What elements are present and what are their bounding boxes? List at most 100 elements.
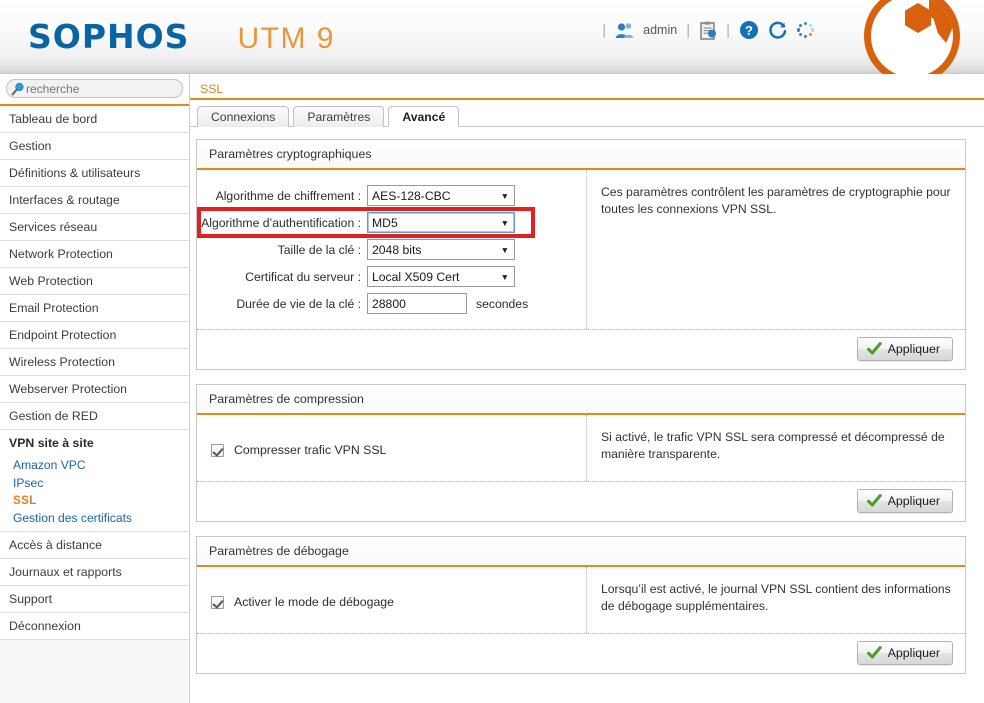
toolbar-separator-2: | (686, 21, 691, 39)
sidebar-item-web-protection[interactable]: Web Protection (0, 268, 189, 295)
toolbar-separator-3: | (726, 21, 730, 39)
encryption-algorithm-select[interactable]: AES-128-CBC ▼ (367, 185, 515, 206)
key-size-select[interactable]: 2048 bits ▼ (367, 239, 515, 260)
compression-description: Si activé, le trafic VPN SSL sera compre… (601, 430, 945, 461)
sidebar-subitem-ssl[interactable]: SSL (0, 492, 189, 509)
sidebar-item-wireless-protection[interactable]: Wireless Protection (0, 349, 189, 376)
sidebar-item-gestion-de-red[interactable]: Gestion de RED (0, 403, 189, 430)
debug-checkbox-row: Activer le mode de débogage (197, 581, 586, 623)
sidebar-subnav: Amazon VPC IPsec SSL Gestion des certifi… (0, 456, 189, 532)
enable-debug-mode-label: Activer le mode de débogage (234, 595, 394, 609)
auth-algorithm-label: Algorithme d’authentification : (201, 215, 361, 230)
debug-apply-button[interactable]: Appliquer (856, 641, 953, 665)
sidebar-item-webserver-protection[interactable]: Webserver Protection (0, 376, 189, 403)
chevron-down-icon: ▼ (500, 190, 509, 201)
sidebar-nav: Tableau de bord Gestion Définitions & ut… (0, 106, 189, 640)
server-certificate-select[interactable]: Local X509 Cert ▼ (367, 266, 515, 287)
brand-sophos-label: SOPHOS (28, 17, 190, 56)
field-row-authentication: Algorithme d’authentification : MD5 ▼ (197, 207, 535, 238)
key-lifetime-unit: secondes (476, 296, 529, 311)
page-body: Tableau de bord Gestion Définitions & ut… (0, 74, 984, 703)
crypto-apply-label: Appliquer (887, 342, 940, 356)
field-row-encryption: Algorithme de chiffrement : AES-128-CBC … (197, 184, 586, 207)
header-toolbar: | admin | | ? (602, 20, 814, 40)
search-icon (11, 82, 25, 96)
crypto-panel-body: Algorithme de chiffrement : AES-128-CBC … (197, 170, 965, 329)
sidebar-item-endpoint-protection[interactable]: Endpoint Protection (0, 322, 189, 349)
check-icon (866, 646, 882, 660)
tab-content: Paramètres cryptographiques Algorithme d… (190, 127, 984, 674)
breadcrumb: SSL (190, 74, 984, 100)
sidebar-subitem-gestion-des-certificats[interactable]: Gestion des certificats (0, 509, 189, 527)
sidebar-item-journaux-et-rapports[interactable]: Journaux et rapports (0, 559, 189, 586)
brand: SOPHOS UTM 9 (28, 17, 335, 56)
sidebar-item-deconnexion[interactable]: Déconnexion (0, 613, 189, 640)
sidebar-subitem-amazon-vpc[interactable]: Amazon VPC (0, 456, 189, 474)
debug-settings-panel: Paramètres de débogage Activer le mode d… (196, 536, 966, 674)
check-icon (866, 494, 882, 508)
sidebar-item-definitions-utilisateurs[interactable]: Définitions & utilisateurs (0, 160, 189, 187)
compression-panel-title: Paramètres de compression (197, 385, 965, 415)
compression-panel-body: Compresser trafic VPN SSL Si activé, le … (197, 415, 965, 481)
key-lifetime-input[interactable] (367, 293, 467, 314)
compression-apply-label: Appliquer (887, 494, 940, 508)
sidebar-item-acces-a-distance[interactable]: Accès à distance (0, 532, 189, 559)
help-icon[interactable]: ? (739, 20, 759, 40)
sidebar-filler (0, 640, 189, 703)
sidebar-item-gestion[interactable]: Gestion (0, 133, 189, 160)
brand-product-label: UTM 9 (237, 22, 335, 55)
crypto-description: Ces paramètres contrôlent les paramètres… (601, 185, 951, 216)
crypto-form-column: Algorithme de chiffrement : AES-128-CBC … (197, 170, 587, 329)
reload-icon[interactable] (768, 20, 788, 40)
sidebar-item-vpn-site-a-site[interactable]: VPN site à site (0, 430, 189, 456)
auth-algorithm-value: MD5 (372, 215, 398, 230)
crypto-panel-footer: Appliquer (197, 329, 965, 369)
crypto-panel-title: Paramètres cryptographiques (197, 140, 965, 170)
crypto-apply-button[interactable]: Appliquer (856, 337, 953, 361)
encryption-algorithm-label: Algorithme de chiffrement : (215, 188, 361, 203)
sidebar-search-row (0, 74, 189, 106)
debug-panel-title: Paramètres de débogage (197, 537, 965, 567)
auth-algorithm-select[interactable]: MD5 ▼ (367, 212, 515, 233)
user-icon[interactable] (615, 22, 634, 39)
server-certificate-value: Local X509 Cert (372, 269, 460, 284)
chevron-down-icon: ▼ (500, 271, 509, 282)
loading-spinner-icon (797, 21, 814, 39)
sidebar-item-email-protection[interactable]: Email Protection (0, 295, 189, 322)
compress-ssl-vpn-traffic-checkbox[interactable] (211, 443, 224, 457)
sophos-logo-icon (864, 0, 960, 84)
server-certificate-label: Certificat du serveur : (245, 269, 361, 284)
chevron-down-icon: ▼ (500, 244, 509, 255)
sidebar-item-interfaces-routage[interactable]: Interfaces & routage (0, 187, 189, 214)
sidebar-item-services-reseau[interactable]: Services réseau (0, 214, 189, 241)
debug-apply-label: Appliquer (887, 646, 940, 660)
sidebar-item-tableau-de-bord[interactable]: Tableau de bord (0, 106, 189, 133)
tab-bar: Connexions Paramètres Avancé (190, 100, 984, 127)
tab-parametres[interactable]: Paramètres (293, 106, 385, 127)
app-header: SOPHOS UTM 9 | admin | | ? (0, 0, 984, 84)
crypto-settings-panel: Paramètres cryptographiques Algorithme d… (196, 139, 966, 370)
tab-connexions[interactable]: Connexions (197, 106, 290, 127)
main-area: SSL Connexions Paramètres Avancé Paramèt… (190, 74, 984, 703)
compression-checkbox-row: Compresser trafic VPN SSL (197, 429, 586, 471)
encryption-algorithm-value: AES-128-CBC (372, 188, 451, 203)
search-box[interactable] (6, 79, 183, 98)
check-icon (866, 342, 882, 356)
compression-panel-footer: Appliquer (197, 481, 965, 521)
chevron-down-icon: ▼ (500, 217, 509, 228)
admin-username: admin (643, 23, 678, 37)
sidebar-subitem-ipsec[interactable]: IPsec (0, 474, 189, 492)
key-size-value: 2048 bits (372, 242, 422, 257)
compression-apply-button[interactable]: Appliquer (856, 489, 953, 513)
compression-settings-panel: Paramètres de compression Compresser tra… (196, 384, 966, 522)
debug-panel-body: Activer le mode de débogage Lorsqu’il es… (197, 567, 965, 633)
clipboard-icon[interactable] (699, 21, 717, 40)
compress-ssl-vpn-traffic-label: Compresser trafic VPN SSL (234, 443, 387, 457)
debug-description: Lorsqu’il est activé, le journal VPN SSL… (601, 582, 951, 613)
key-size-label: Taille de la clé : (277, 242, 361, 257)
enable-debug-mode-checkbox[interactable] (211, 595, 224, 609)
sidebar-item-support[interactable]: Support (0, 586, 189, 613)
tab-avance[interactable]: Avancé (388, 106, 460, 127)
search-input[interactable] (25, 81, 170, 96)
sidebar-item-network-protection[interactable]: Network Protection (0, 241, 189, 268)
